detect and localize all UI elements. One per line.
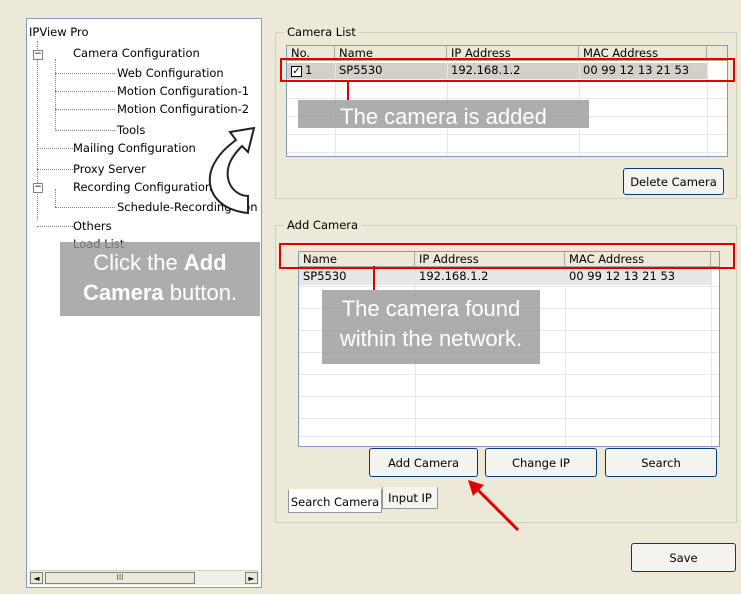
tree-line: [37, 169, 73, 170]
callout-line: The camera found: [341, 296, 521, 321]
camera-added-callout: The camera is added: [298, 100, 589, 128]
highlight-connector: [373, 266, 375, 290]
tree-line: [55, 189, 56, 207]
tree-line: [55, 130, 115, 131]
tree-item-mailing-configuration[interactable]: Mailing Configuration: [73, 141, 196, 155]
tab-input-ip[interactable]: Input IP: [382, 487, 438, 509]
callout-line: within the network.: [339, 326, 523, 351]
camera-list-title: Camera List: [284, 25, 359, 39]
scroll-right-button[interactable]: ►: [245, 572, 258, 584]
cell-name: SP5530: [303, 269, 347, 283]
cell-ip: 192.168.1.2: [419, 269, 489, 283]
collapse-icon[interactable]: −: [33, 50, 43, 60]
scroll-left-button[interactable]: ◄: [30, 572, 43, 584]
horizontal-scrollbar[interactable]: ◄ III ►: [29, 570, 259, 585]
callout-bold-text: Camera: [82, 280, 164, 305]
grid-line: [565, 267, 566, 446]
callout-bold-text: Add: [183, 250, 227, 275]
found-camera-highlight: [279, 243, 735, 269]
tree-line: [55, 73, 115, 74]
tree-line: [55, 91, 115, 92]
tree-item-web-configuration[interactable]: Web Configuration: [117, 66, 224, 80]
tree-root[interactable]: IPView Pro: [29, 25, 89, 39]
callout-line: Click the Add: [60, 248, 260, 278]
tree-line: [55, 59, 56, 131]
tree-item-recording-configuration[interactable]: Recording Configuration: [73, 180, 212, 194]
tab-search-camera[interactable]: Search Camera: [288, 489, 382, 513]
tree-item-tools[interactable]: Tools: [117, 123, 145, 137]
grid-line: [711, 267, 712, 446]
change-ip-button[interactable]: Change IP: [485, 448, 597, 477]
tree-item-others[interactable]: Others: [73, 219, 112, 233]
grid-line: [287, 98, 727, 99]
camera-found-callout: The camera found within the network.: [322, 290, 540, 364]
tree-item-motion-configuration-2[interactable]: Motion Configuration-2: [117, 102, 249, 116]
highlight-connector: [347, 80, 349, 100]
search-button[interactable]: Search: [605, 448, 717, 477]
grid-line: [299, 396, 719, 397]
tree-line: [37, 226, 73, 227]
callout-line: Camera button.: [60, 278, 260, 308]
callout-text: Click the: [93, 250, 184, 275]
curved-arrow-icon: [208, 126, 256, 215]
tree-line: [55, 109, 115, 110]
added-camera-highlight: [280, 58, 735, 82]
grid-line: [299, 374, 719, 375]
tree-item-motion-configuration-1[interactable]: Motion Configuration-1: [117, 84, 249, 98]
grid-line: [299, 286, 719, 287]
red-arrow-icon: [468, 480, 520, 532]
click-add-callout: Click the Add Camera button.: [60, 242, 260, 316]
callout-text: button.: [163, 280, 238, 305]
scroll-thumb[interactable]: III: [45, 572, 195, 584]
cell-mac: 00 99 12 13 21 53: [569, 269, 676, 283]
grid-line: [287, 134, 727, 135]
add-camera-title: Add Camera: [284, 218, 362, 232]
tree-line: [37, 148, 73, 149]
save-button[interactable]: Save: [631, 543, 736, 572]
collapse-icon[interactable]: −: [33, 183, 43, 193]
tree-item-camera-configuration[interactable]: Camera Configuration: [73, 46, 200, 60]
delete-camera-button[interactable]: Delete Camera: [623, 168, 724, 195]
grid-line: [299, 436, 719, 437]
grid-line: [299, 418, 719, 419]
add-camera-button[interactable]: Add Camera: [369, 448, 478, 477]
grid-line: [287, 152, 727, 153]
tree-line: [55, 207, 115, 208]
tree-item-proxy-server[interactable]: Proxy Server: [73, 162, 146, 176]
